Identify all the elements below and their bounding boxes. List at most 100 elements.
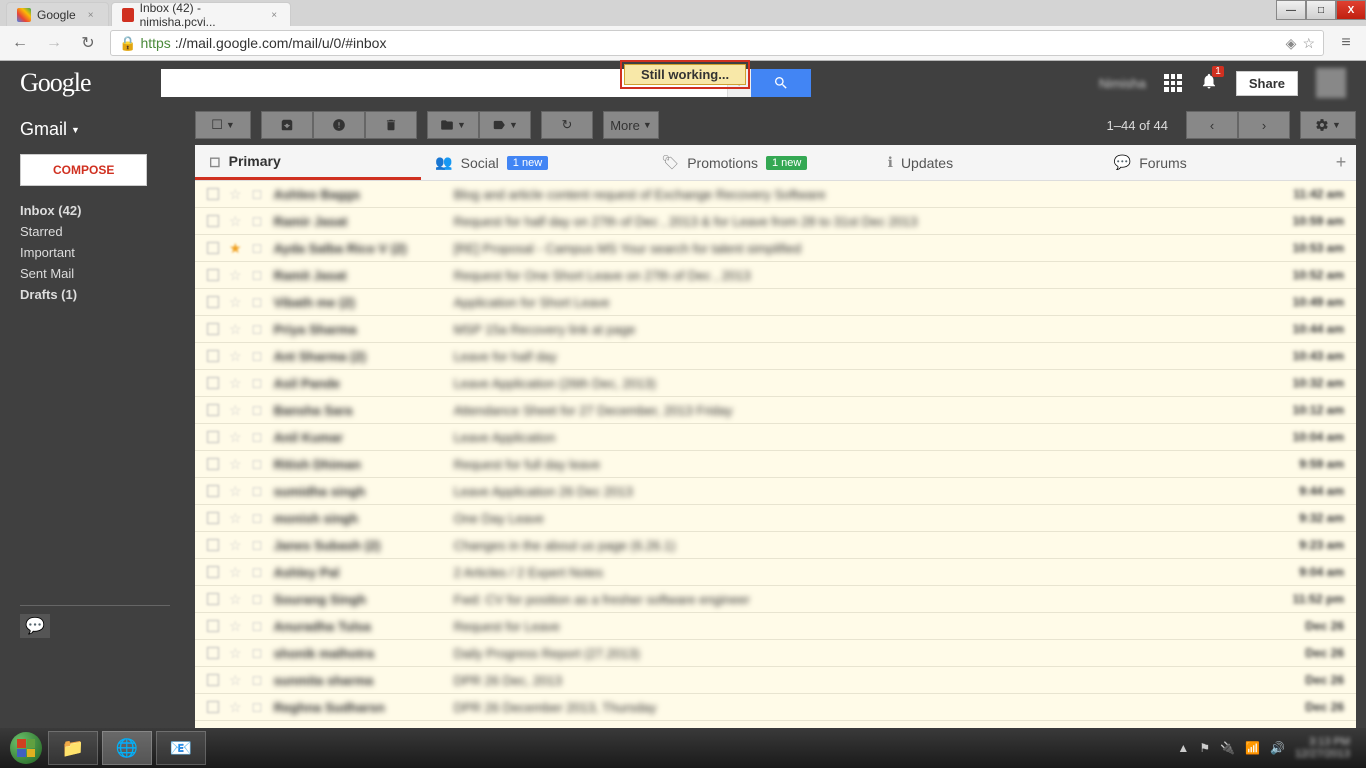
page-action-icon[interactable]: ◈ [1286, 35, 1297, 52]
importance-marker[interactable]: ◻ [252, 213, 264, 229]
sidebar-item[interactable]: Important [20, 242, 195, 263]
row-checkbox[interactable] [207, 539, 219, 551]
back-button[interactable]: ← [8, 31, 32, 55]
prev-page-button[interactable]: ‹ [1186, 111, 1238, 139]
row-checkbox[interactable] [207, 323, 219, 335]
category-tab[interactable]: 💬Forums [1100, 145, 1326, 180]
importance-marker[interactable]: ◻ [252, 510, 264, 526]
email-row[interactable]: ☆ ◻ Anuradha Tulsa Request for Leave Dec… [195, 613, 1356, 640]
window-maximize[interactable]: □ [1306, 0, 1336, 20]
task-explorer[interactable]: 📁 [48, 731, 98, 765]
reload-button[interactable]: ↻ [76, 31, 100, 55]
email-row[interactable]: ☆ ◻ Anil Kumar Leave Application 10:04 a… [195, 424, 1356, 451]
notifications-button[interactable]: 1 [1200, 72, 1218, 95]
row-checkbox[interactable] [207, 242, 219, 254]
row-checkbox[interactable] [207, 458, 219, 470]
labels-button[interactable]: ▼ [479, 111, 531, 139]
row-checkbox[interactable] [207, 566, 219, 578]
importance-marker[interactable]: ◻ [252, 429, 264, 445]
importance-marker[interactable]: ◻ [252, 483, 264, 499]
hangouts-icon[interactable]: 💬 [20, 614, 50, 638]
email-row[interactable]: ☆ ◻ sunmita sharma DPR 26 Dec, 2013 Dec … [195, 667, 1356, 694]
email-row[interactable]: ☆ ◻ Bansha Sara Attendance Sheet for 27 … [195, 397, 1356, 424]
category-tab[interactable]: ℹUpdates [874, 145, 1100, 180]
star-icon[interactable]: ☆ [229, 699, 242, 716]
star-icon[interactable]: ☆ [229, 375, 242, 392]
select-checkbox[interactable]: ☐ ▼ [195, 111, 251, 139]
importance-marker[interactable]: ◻ [252, 645, 264, 661]
email-row[interactable]: ☆ ◻ Asil Pande Leave Application (26th D… [195, 370, 1356, 397]
row-checkbox[interactable] [207, 188, 219, 200]
tray-power-icon[interactable]: 🔌 [1220, 741, 1235, 755]
next-page-button[interactable]: › [1238, 111, 1290, 139]
bookmark-star-icon[interactable]: ☆ [1302, 35, 1315, 52]
star-icon[interactable]: ☆ [229, 483, 242, 500]
browser-tab[interactable]: Google × [6, 2, 109, 26]
row-checkbox[interactable] [207, 404, 219, 416]
star-icon[interactable]: ☆ [229, 321, 242, 338]
share-button[interactable]: Share [1236, 71, 1298, 96]
tray-volume-icon[interactable]: 🔊 [1270, 741, 1285, 755]
email-row[interactable]: ☆ ◻ Ritish Dhiman Request for full day l… [195, 451, 1356, 478]
email-row[interactable]: ☆ ◻ Reghna Sudharsn DPR 26 December 2013… [195, 694, 1356, 721]
delete-button[interactable] [365, 111, 417, 139]
browser-tab-active[interactable]: Inbox (42) - nimisha.pcvi... × [111, 2, 291, 26]
email-row[interactable]: ☆ ◻ Priya Sharma MSP 15a Recovery link a… [195, 316, 1356, 343]
star-icon[interactable]: ☆ [229, 456, 242, 473]
star-icon[interactable]: ☆ [229, 213, 242, 230]
tab-close-icon[interactable]: × [271, 10, 280, 20]
window-close[interactable]: X [1336, 0, 1366, 20]
sidebar-item[interactable]: Sent Mail [20, 263, 195, 284]
email-row[interactable]: ☆ ◻ Janes Subash (2) Changes in the abou… [195, 532, 1356, 559]
add-category-button[interactable]: + [1326, 152, 1356, 173]
star-icon[interactable]: ☆ [229, 564, 242, 581]
avatar[interactable] [1316, 68, 1346, 98]
forward-button[interactable]: → [42, 31, 66, 55]
tray-clock[interactable]: 3:13 PM12/27/2013 [1295, 736, 1350, 760]
importance-marker[interactable]: ◻ [252, 537, 264, 553]
star-icon[interactable]: ☆ [229, 510, 242, 527]
google-logo[interactable]: Google [20, 68, 91, 98]
importance-marker[interactable]: ◻ [252, 186, 264, 202]
row-checkbox[interactable] [207, 269, 219, 281]
page-count[interactable]: 1–44 of 44 [1107, 118, 1168, 133]
star-icon[interactable]: ☆ [229, 645, 242, 662]
move-to-button[interactable]: ▼ [427, 111, 479, 139]
importance-marker[interactable]: ◻ [252, 267, 264, 283]
row-checkbox[interactable] [207, 647, 219, 659]
row-checkbox[interactable] [207, 215, 219, 227]
search-button[interactable] [751, 69, 811, 97]
star-icon[interactable]: ☆ [229, 537, 242, 554]
row-checkbox[interactable] [207, 377, 219, 389]
email-row[interactable]: ☆ ◻ Sourang Singh Fwd: CV for position a… [195, 586, 1356, 613]
url-input[interactable]: 🔒 https://mail.google.com/mail/u/0/#inbo… [110, 30, 1324, 56]
importance-marker[interactable]: ◻ [252, 240, 264, 256]
task-outlook[interactable]: 📧 [156, 731, 206, 765]
email-row[interactable]: ☆ ◻ monish singh One Day Leave 9:32 am [195, 505, 1356, 532]
email-row[interactable]: ☆ ◻ Ant Sharma (2) Leave for half day 10… [195, 343, 1356, 370]
star-icon[interactable]: ☆ [229, 294, 242, 311]
importance-marker[interactable]: ◻ [252, 402, 264, 418]
star-icon[interactable]: ☆ [229, 267, 242, 284]
star-icon[interactable]: ☆ [229, 429, 242, 446]
category-tab[interactable]: ◻Primary [195, 145, 421, 180]
tray-wifi-icon[interactable]: 📶 [1245, 741, 1260, 755]
row-checkbox[interactable] [207, 593, 219, 605]
category-tab[interactable]: 🏷Promotions1 new [647, 145, 873, 180]
row-checkbox[interactable] [207, 674, 219, 686]
star-icon[interactable]: ☆ [229, 591, 242, 608]
importance-marker[interactable]: ◻ [252, 375, 264, 391]
archive-button[interactable] [261, 111, 313, 139]
importance-marker[interactable]: ◻ [252, 591, 264, 607]
category-tab[interactable]: 👥Social1 new [421, 145, 647, 180]
apps-icon[interactable] [1164, 74, 1182, 92]
tray-up-icon[interactable]: ▲ [1177, 741, 1189, 755]
importance-marker[interactable]: ◻ [252, 348, 264, 364]
email-row[interactable]: ☆ ◻ Ramir Jasat Request for half day on … [195, 208, 1356, 235]
email-row[interactable]: ☆ ◻ Ashleo Baggs Blog and article conten… [195, 181, 1356, 208]
refresh-button[interactable]: ↻ [541, 111, 593, 139]
star-icon[interactable]: ★ [229, 240, 242, 257]
tray-flag-icon[interactable]: ⚑ [1199, 741, 1210, 755]
email-row[interactable]: ★ ◻ Ayda Salba Rico V (2) [RE] Proposal … [195, 235, 1356, 262]
star-icon[interactable]: ☆ [229, 186, 242, 203]
